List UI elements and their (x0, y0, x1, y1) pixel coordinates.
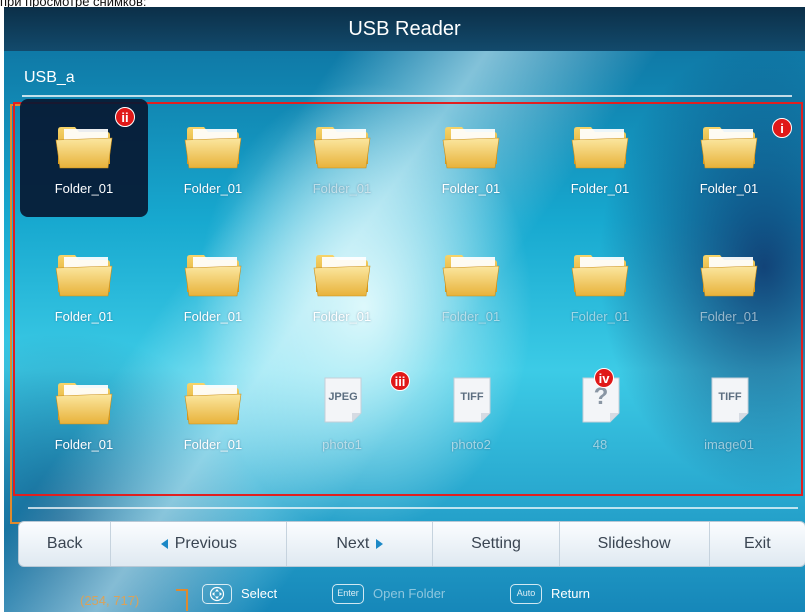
path-divider (22, 95, 792, 97)
folder-tile[interactable]: Folder_01 (407, 99, 535, 217)
previous-button-label: Previous (174, 535, 237, 552)
tile-name: Folder_01 (699, 181, 759, 196)
folder-icon (184, 124, 242, 170)
exit-button-label: Exit (743, 535, 771, 552)
tile-name: Folder_01 (54, 309, 114, 324)
tile-name: Folder_01 (570, 181, 630, 196)
folder-icon (55, 380, 113, 426)
chevron-left-icon (160, 539, 168, 549)
folder-icon (571, 252, 629, 298)
exit-button[interactable]: Exit (710, 522, 805, 566)
folder-icon (184, 380, 242, 426)
tile-name: Folder_01 (54, 181, 114, 196)
control-button-bar: Back Previous Next Setting Slideshow Exi… (18, 521, 805, 567)
chevron-right-icon (376, 539, 384, 549)
folder-icon (55, 252, 113, 298)
tile-name: Folder_01 (183, 437, 243, 452)
current-path: USB_a (24, 69, 75, 86)
auto-key-icon: Auto (510, 584, 542, 604)
tile-name: Folder_01 (183, 309, 243, 324)
next-button-label: Next (336, 535, 370, 552)
dpad-icon (202, 584, 232, 604)
file-tile[interactable]: TIFF photo2 (407, 355, 535, 473)
folder-icon (55, 124, 113, 170)
folder-icon (313, 252, 371, 298)
bottom-divider (28, 507, 798, 509)
tile-name: 48 (592, 437, 608, 452)
app-title: USB Reader (4, 7, 805, 51)
folder-tile[interactable]: Folder_01 (20, 355, 148, 473)
file-type-label: TIFF (718, 391, 742, 403)
usb-reader-screen: USB Reader USB_a Folder_01 Folder_01 Folde… (4, 7, 805, 612)
file-type-label: TIFF (460, 391, 484, 403)
folder-icon (700, 124, 758, 170)
tile-name: Folder_01 (312, 181, 372, 196)
slideshow-button[interactable]: Slideshow (560, 522, 710, 566)
folder-tile[interactable]: Folder_01 (665, 99, 793, 217)
coordinate-annotation-bracket (176, 589, 188, 611)
tile-name: image01 (704, 437, 754, 452)
callout-badge-iv: iv (594, 368, 614, 388)
folder-tile[interactable]: Folder_01 (20, 227, 148, 345)
callout-badge-iii: iii (390, 371, 410, 391)
folder-icon (700, 252, 758, 298)
folder-tile[interactable]: Folder_01 (149, 99, 277, 217)
back-button-label: Back (46, 535, 83, 552)
tile-name: Folder_01 (570, 309, 630, 324)
folder-tile[interactable]: Folder_01 (278, 99, 406, 217)
open-folder-hint-label: Open Folder (373, 586, 446, 601)
file-tile[interactable]: TIFF image01 (665, 355, 793, 473)
folder-icon (442, 124, 500, 170)
tile-name: Folder_01 (54, 437, 114, 452)
file-tile[interactable]: JPEG photo1 (278, 355, 406, 473)
callout-badge-ii: ii (115, 107, 135, 127)
tile-name: photo2 (451, 437, 491, 452)
key-hint-bar: (254, 717) Select Enter Open Folder Auto… (4, 577, 805, 612)
folder-tile[interactable]: Folder_01 (536, 99, 664, 217)
folder-tile[interactable]: Folder_01 (278, 227, 406, 345)
setting-button[interactable]: Setting (433, 522, 560, 566)
folder-icon (184, 252, 242, 298)
folder-tile[interactable]: Folder_01 (536, 227, 664, 345)
folder-icon (571, 124, 629, 170)
callout-badge-i: i (772, 118, 792, 138)
folder-icon (442, 252, 500, 298)
folder-tile[interactable]: Folder_01 (149, 227, 277, 345)
folder-tile[interactable]: Folder_01 (149, 355, 277, 473)
setting-button-label: Setting (471, 535, 521, 552)
enter-key-icon: Enter (332, 584, 364, 604)
tile-name: Folder_01 (441, 309, 501, 324)
back-button[interactable]: Back (19, 522, 112, 566)
slideshow-button-label: Slideshow (597, 535, 671, 552)
folder-tile[interactable]: Folder_01 (665, 227, 793, 345)
tile-name: Folder_01 (441, 181, 501, 196)
folder-icon (313, 124, 371, 170)
next-button[interactable]: Next (287, 522, 434, 566)
tile-name: Folder_01 (183, 181, 243, 196)
select-hint-label: Select (241, 586, 278, 601)
previous-button[interactable]: Previous (111, 522, 288, 566)
tile-name: Folder_01 (699, 309, 759, 324)
file-type-label: JPEG (328, 391, 358, 403)
return-hint-label: Return (551, 586, 591, 601)
folder-tile[interactable]: Folder_01 (407, 227, 535, 345)
tile-name: photo1 (322, 437, 362, 452)
coordinates-readout: (254, 717) (80, 593, 140, 608)
tile-name: Folder_01 (312, 309, 372, 324)
